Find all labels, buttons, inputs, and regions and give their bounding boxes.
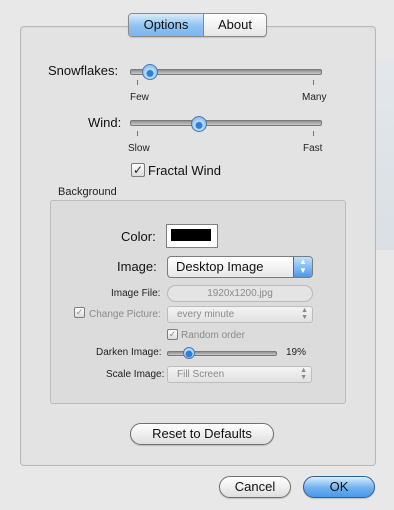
- image-label: Image:: [117, 259, 157, 274]
- wind-slider-track[interactable]: [130, 120, 322, 126]
- scale-image-popup[interactable]: Fill Screen ▲ ▼: [167, 366, 312, 383]
- snowflakes-tick-min: [137, 80, 138, 85]
- scale-image-label: Scale Image:: [106, 369, 165, 380]
- wind-tick-max: [313, 131, 314, 136]
- image-file-label: Image File:: [111, 288, 161, 299]
- random-order-checkbox[interactable]: ✓: [167, 329, 178, 340]
- darken-slider-thumb[interactable]: [182, 347, 195, 359]
- cancel-button[interactable]: Cancel: [219, 476, 291, 498]
- darken-image-label: Darken Image:: [96, 347, 162, 358]
- fractal-wind-checkbox[interactable]: ✓: [131, 163, 145, 177]
- popup-arrows-icon: ▲ ▼: [301, 307, 308, 321]
- tab-switcher: Options About: [128, 13, 267, 37]
- change-picture-checkbox[interactable]: ✓: [74, 307, 85, 318]
- image-popup-value: Desktop Image: [176, 259, 264, 274]
- color-label: Color:: [121, 229, 156, 244]
- wind-tick-min: [137, 131, 138, 136]
- tab-about[interactable]: About: [204, 14, 266, 36]
- background-group-title: Background: [58, 186, 117, 198]
- tab-options[interactable]: Options: [129, 14, 204, 36]
- fractal-wind-label: Fractal Wind: [148, 163, 221, 178]
- snowflakes-tick-max: [313, 80, 314, 85]
- image-popup[interactable]: Desktop Image ▲ ▼: [167, 256, 313, 278]
- change-picture-value: every minute: [177, 309, 235, 320]
- wind-min-label: Slow: [128, 143, 150, 154]
- snowflakes-label: Snowflakes:: [48, 63, 119, 78]
- reset-to-defaults-button[interactable]: Reset to Defaults: [130, 423, 274, 445]
- snowflakes-slider-thumb[interactable]: [142, 64, 158, 80]
- scale-image-value: Fill Screen: [177, 369, 225, 380]
- snowflakes-max-label: Many: [302, 92, 327, 103]
- popup-arrows-icon: ▲ ▼: [293, 257, 312, 277]
- wind-label: Wind:: [88, 115, 122, 130]
- color-well[interactable]: [166, 224, 218, 248]
- popup-arrows-icon: ▲ ▼: [300, 367, 307, 381]
- change-picture-popup[interactable]: every minute ▲ ▼: [167, 306, 313, 323]
- image-file-field[interactable]: 1920x1200.jpg: [167, 285, 313, 302]
- random-order-label: Random order: [181, 330, 245, 341]
- snowflakes-min-label: Few: [130, 92, 149, 103]
- snowflakes-slider-track[interactable]: [130, 69, 322, 75]
- ok-button[interactable]: OK: [303, 476, 375, 498]
- change-picture-label: Change Picture:: [89, 309, 161, 320]
- darken-image-value: 19%: [286, 347, 307, 358]
- wind-max-label: Fast: [303, 143, 323, 154]
- color-swatch: [171, 229, 211, 241]
